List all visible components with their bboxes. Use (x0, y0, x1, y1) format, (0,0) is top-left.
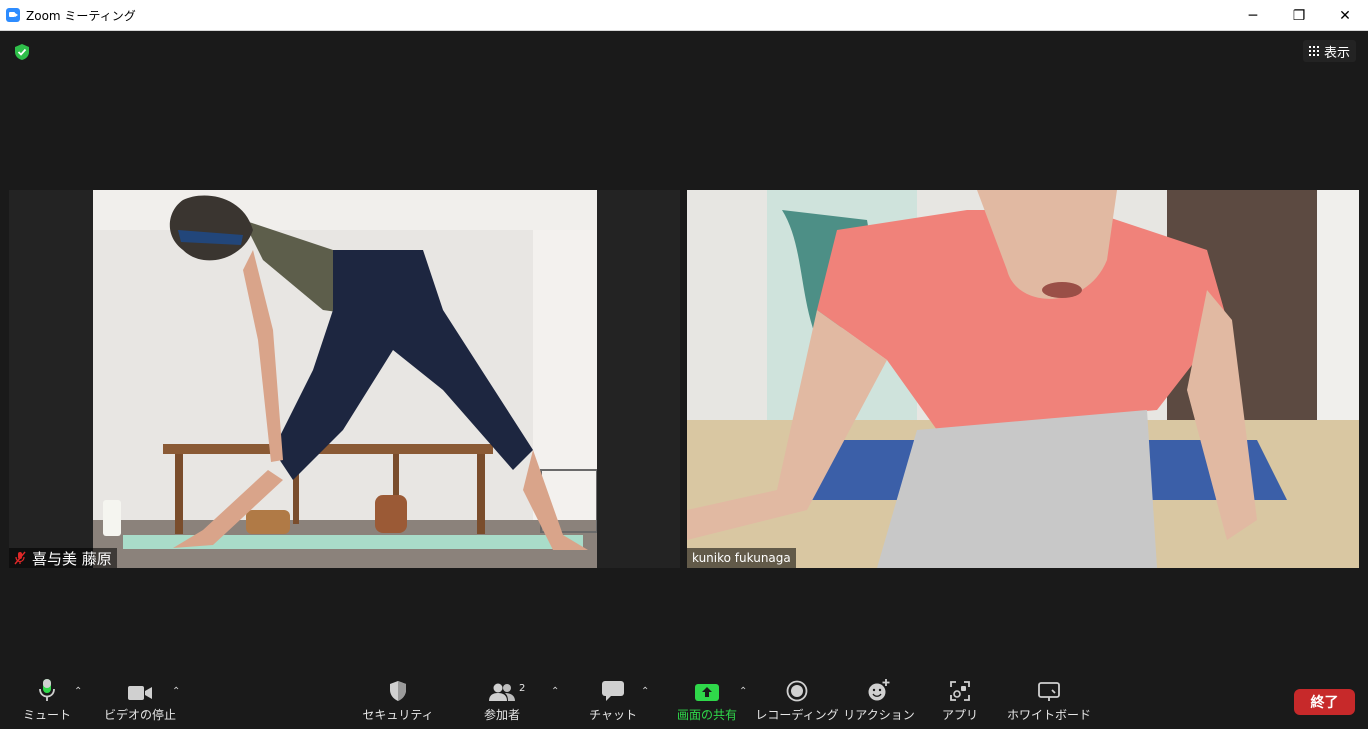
window-controls: ─ ❐ ✕ (1230, 0, 1368, 31)
video-tile-2[interactable]: kuniko fukunaga (687, 190, 1359, 568)
apps-label: アプリ (941, 708, 978, 722)
whiteboard-button[interactable]: ホワイトボード (1007, 672, 1092, 729)
grid-icon (1308, 46, 1319, 56)
participants-options-caret[interactable]: ⌃ (551, 686, 559, 697)
view-label: 表示 (1323, 45, 1350, 61)
reactions-button[interactable]: リアクション (843, 672, 915, 729)
participant-name-tag: kuniko fukunaga (687, 548, 796, 568)
shield-check-icon[interactable] (12, 42, 32, 62)
chat-label: チャット (589, 708, 637, 722)
muted-mic-icon (14, 551, 26, 565)
record-icon (786, 680, 808, 702)
mute-button[interactable]: ミュート (22, 672, 72, 729)
share-label: 画面の共有 (676, 708, 737, 722)
reaction-icon (868, 679, 890, 701)
participants-label: 参加者 (483, 708, 520, 722)
view-button[interactable]: 表示 (1302, 40, 1356, 62)
end-meeting-button[interactable]: 終了 (1294, 689, 1355, 715)
whiteboard-label: ホワイトボード (1007, 708, 1092, 722)
participant-video (93, 190, 597, 568)
share-options-caret[interactable]: ⌃ (739, 686, 747, 697)
participants-count-badge: 2 (519, 683, 526, 694)
record-button[interactable]: レコーディング (755, 672, 839, 729)
apps-button[interactable]: アプリ (940, 672, 980, 729)
apps-icon (950, 681, 970, 701)
stop-video-button[interactable]: ビデオの停止 (102, 672, 178, 729)
whiteboard-icon (1038, 682, 1060, 701)
microphone-icon (39, 679, 55, 701)
video-label: ビデオの停止 (103, 708, 176, 722)
chat-button[interactable]: チャット (589, 672, 637, 729)
video-options-caret[interactable]: ⌃ (172, 686, 180, 697)
close-button[interactable]: ✕ (1322, 0, 1368, 31)
chat-bubble-icon (602, 681, 624, 701)
window-title: Zoom ミーティング (26, 8, 136, 23)
record-label: レコーディング (755, 708, 839, 722)
mute-label: ミュート (22, 708, 71, 722)
participants-button[interactable]: 参加者 (480, 672, 524, 729)
participant-name-tag: 喜与美 藤原 (9, 548, 117, 568)
participants-icon (489, 683, 515, 701)
security-button[interactable]: セキュリティ (362, 672, 434, 729)
security-shield-icon (390, 681, 406, 701)
zoom-logo-icon (6, 8, 20, 22)
audio-options-caret[interactable]: ⌃ (74, 686, 82, 697)
zoom-meeting-window: Zoom ミーティング ─ ❐ ✕ 表示 喜与美 藤原 kuniko fukun… (0, 0, 1368, 729)
participant-name: kuniko fukunaga (692, 551, 791, 565)
reaction-label: リアクション (843, 708, 915, 722)
participant-name: 喜与美 藤原 (32, 549, 112, 568)
video-camera-icon (128, 686, 152, 700)
minimize-button[interactable]: ─ (1230, 0, 1276, 31)
title-bar: Zoom ミーティング ─ ❐ ✕ (0, 0, 1368, 31)
restore-button[interactable]: ❐ (1276, 0, 1322, 31)
chat-options-caret[interactable]: ⌃ (641, 686, 649, 697)
share-screen-button[interactable]: 画面の共有 (672, 672, 742, 729)
video-tile-1[interactable]: 喜与美 藤原 (9, 190, 680, 568)
meeting-toolbar: ミュート ⌃ ビデオの停止 ⌃ セキュリティ 参加者 2 ⌃ チャット ⌃ 画面… (0, 672, 1368, 729)
share-screen-icon (695, 684, 719, 701)
participant-video (687, 190, 1359, 568)
security-label: セキュリティ (362, 708, 434, 722)
